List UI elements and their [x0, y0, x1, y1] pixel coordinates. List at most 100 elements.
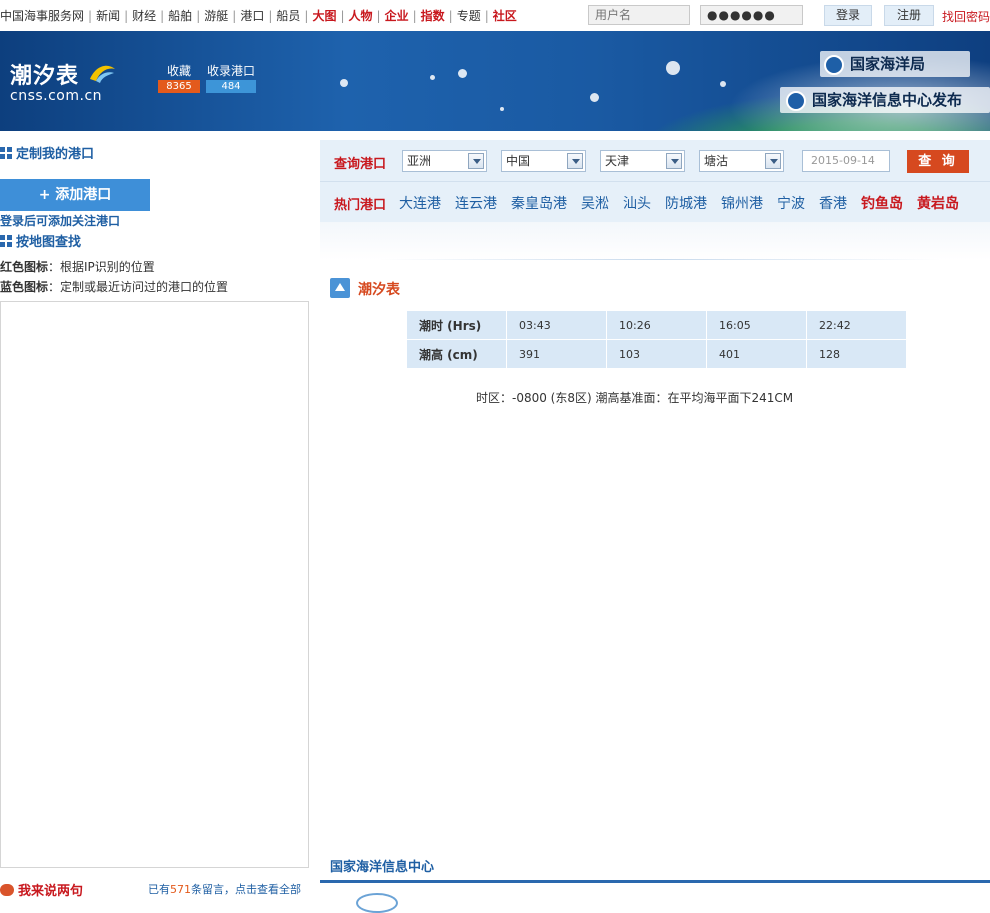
tide-time: 16:05	[706, 310, 807, 340]
nav-separator: |	[412, 9, 417, 23]
nav-separator: |	[232, 9, 237, 23]
hot-port-link[interactable]: 香港	[819, 196, 847, 212]
nav-separator: |	[484, 9, 489, 23]
ports-label: 收录港口	[206, 64, 255, 78]
hot-port-link[interactable]: 黄岩岛	[917, 196, 959, 212]
nav-link[interactable]: 企业	[385, 9, 409, 23]
forgot-password-link[interactable]: 找回密码	[942, 8, 990, 25]
divider	[380, 259, 940, 260]
tide-height: 401	[706, 339, 807, 369]
nav-link[interactable]: 专题	[457, 9, 481, 23]
hot-port-link[interactable]: 钓鱼岛	[861, 196, 903, 212]
chevron-down-icon[interactable]	[765, 153, 781, 169]
nav-link[interactable]: 指数	[421, 9, 445, 23]
nav-link[interactable]: 游艇	[204, 9, 228, 23]
site-nav: 中国海事服务网 | 新闻 | 财经 | 船舶 | 游艇 | 港口 | 船员 | 大图 | 人物 | 企业 | 指数 | 专题…	[0, 7, 517, 24]
time-header: 潮时 (Hrs)	[406, 310, 507, 340]
hot-port-link[interactable]: 防城港	[665, 196, 707, 212]
tide-title: 潮汐表	[330, 278, 400, 299]
hot-port-link[interactable]: 宁波	[777, 196, 805, 212]
tide-time: 10:26	[606, 310, 707, 340]
comment-count: 571	[170, 883, 191, 896]
banner-star	[720, 81, 726, 87]
banner-star	[430, 75, 435, 80]
nav-link[interactable]: 船舶	[168, 9, 192, 23]
favorite-label: 收藏	[166, 64, 191, 78]
nav-separator: |	[340, 9, 345, 23]
hot-port-link[interactable]: 汕头	[623, 196, 651, 212]
hot-port-link[interactable]: 锦州港	[721, 196, 763, 212]
hot-port-link[interactable]: 连云港	[455, 196, 497, 212]
continent-value: 亚洲	[407, 154, 432, 168]
nav-link[interactable]: 船员	[276, 9, 300, 23]
continent-select[interactable]: 亚洲	[402, 150, 487, 172]
favorite-count: 8365	[158, 80, 200, 93]
date-input[interactable]: 2015-09-14	[802, 150, 890, 172]
tide-title-text: 潮汐表	[358, 282, 400, 298]
header-banner: 潮汐表 cnss.com.cn 收藏 8365 收录港口 484 国家海洋局 国…	[0, 31, 990, 131]
site-domain: cnss.com.cn	[10, 88, 103, 104]
hot-port-link[interactable]: 吴淞	[581, 196, 609, 212]
nav-link[interactable]: 港口	[240, 9, 264, 23]
nav-link[interactable]: 中国海事服务网	[0, 9, 84, 23]
grid-icon	[0, 235, 12, 247]
register-button[interactable]: 注册	[884, 5, 934, 26]
comment-prefix: 已有	[148, 883, 170, 896]
nmdis-emblem-icon	[786, 90, 806, 111]
nav-link[interactable]: 新闻	[96, 9, 120, 23]
footer-divider	[320, 880, 990, 883]
tide-time: 03:43	[506, 310, 607, 340]
nav-link[interactable]: 人物	[349, 9, 373, 23]
chevron-down-icon[interactable]	[468, 153, 484, 169]
tide-height: 391	[506, 339, 607, 369]
legend-blue-text: ：定制或最近访问过的港口的位置	[48, 280, 229, 294]
favorite-counter[interactable]: 收藏 8365	[158, 62, 200, 93]
site-logo-title[interactable]: 潮汐表	[10, 58, 79, 90]
sailboat-icon	[330, 278, 350, 298]
port-value: 塘沽	[704, 154, 729, 168]
my-ports-title-text: 定制我的港口	[16, 147, 95, 162]
org-soa: 国家海洋局	[824, 53, 925, 75]
height-header: 潮高 (cm)	[406, 339, 507, 369]
chevron-down-icon[interactable]	[666, 153, 682, 169]
add-port-button[interactable]: + 添加港口	[0, 179, 150, 211]
nav-separator: |	[88, 9, 93, 23]
port-select[interactable]: 塘沽	[699, 150, 784, 172]
nav-separator: |	[160, 9, 165, 23]
search-button[interactable]: 查 询	[907, 150, 969, 173]
grid-icon	[0, 147, 12, 159]
nav-link[interactable]: 社区	[493, 9, 517, 23]
password-input[interactable]: ●●●●●●	[700, 5, 803, 25]
nav-separator: |	[124, 9, 129, 23]
my-ports-title: 定制我的港口	[0, 143, 94, 162]
hot-port-link[interactable]: 大连港	[399, 196, 441, 212]
country-value: 中国	[506, 154, 531, 168]
nav-link[interactable]: 财经	[132, 9, 156, 23]
comment-bubble-icon	[0, 884, 14, 896]
banner-star	[500, 107, 504, 111]
tide-height: 128	[806, 339, 907, 369]
city-value: 天津	[605, 154, 630, 168]
footer-title: 国家海洋信息中心	[330, 860, 435, 875]
table-row: 潮高 (cm) 391 103 401 128	[406, 339, 907, 369]
tide-height: 103	[606, 339, 707, 369]
nav-separator: |	[196, 9, 201, 23]
banner-star	[666, 61, 680, 75]
view-comments-link[interactable]: 已有571条留言，点击查看全部	[148, 881, 301, 897]
chevron-down-icon[interactable]	[567, 153, 583, 169]
legend-red-text: ：根据IP识别的位置	[48, 260, 155, 274]
add-port-hint[interactable]: 登录后可添加关注港口	[0, 212, 120, 229]
port-map[interactable]	[0, 301, 309, 868]
country-select[interactable]: 中国	[501, 150, 586, 172]
hot-port-link[interactable]: 秦皇岛港	[511, 196, 567, 212]
footer-emblem-icon	[356, 893, 398, 913]
query-shadow	[320, 222, 990, 260]
query-label: 查询港口	[334, 157, 387, 172]
login-button[interactable]: 登录	[824, 5, 872, 26]
username-input[interactable]	[588, 5, 690, 25]
map-search-title-text: 按地图查找	[16, 235, 82, 250]
nav-link[interactable]: 大图	[312, 9, 336, 23]
hot-ports-list: 大连港 连云港 秦皇岛港 吴淞 汕头 防城港 锦州港 宁波 香港 钓鱼岛 黄岩岛	[399, 193, 973, 213]
city-select[interactable]: 天津	[600, 150, 685, 172]
legend-blue: 蓝色图标：定制或最近访问过的港口的位置	[0, 278, 228, 295]
